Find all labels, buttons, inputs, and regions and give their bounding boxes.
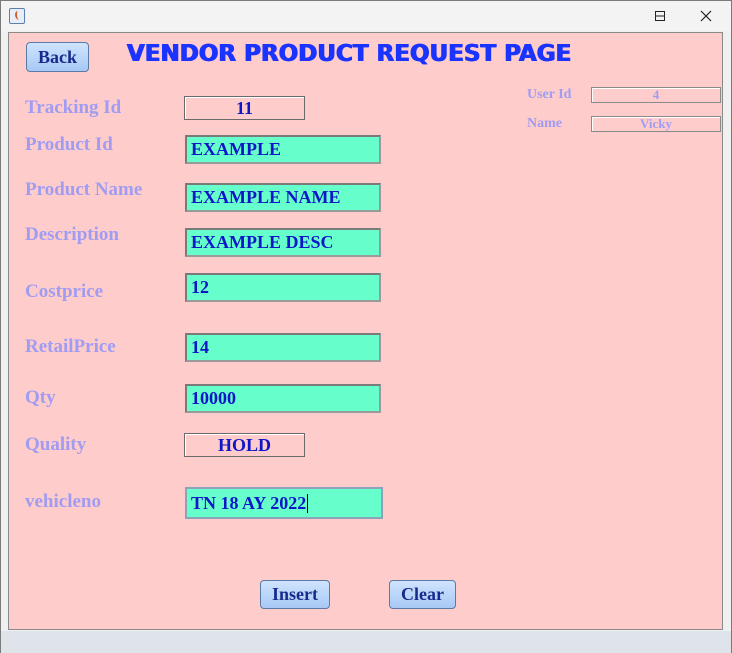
retailprice-label: RetailPrice [25, 336, 116, 357]
tracking-id-value: 11 [184, 96, 305, 120]
costprice-label: Costprice [25, 281, 104, 302]
qty-label: Qty [25, 387, 56, 408]
product-id-label: Product Id [25, 134, 113, 155]
maximize-button[interactable] [637, 1, 683, 31]
tracking-id-label: Tracking Id [25, 97, 122, 118]
text-caret [307, 493, 309, 513]
clear-button[interactable]: Clear [389, 580, 456, 609]
user-id-label: User Id [527, 87, 572, 102]
insert-button[interactable]: Insert [260, 580, 330, 609]
title-bar[interactable] [1, 1, 731, 31]
back-button[interactable]: Back [26, 42, 89, 72]
retailprice-field[interactable]: 14 [185, 333, 381, 362]
description-label: Description [25, 224, 119, 245]
quality-value: HOLD [184, 433, 305, 457]
app-window: Back VENDOR PRODUCT REQUEST PAGE User Id… [0, 0, 732, 653]
quality-label: Quality [25, 434, 87, 455]
vehicleno-label: vehicleno [25, 491, 101, 512]
close-button[interactable] [683, 1, 729, 31]
close-icon [700, 10, 712, 22]
name-label: Name [527, 116, 562, 131]
maximize-icon [655, 11, 665, 21]
vehicleno-value: TN 18 AY 2022 [191, 492, 307, 513]
product-id-field[interactable]: EXAMPLE [185, 135, 381, 164]
java-app-icon [9, 8, 25, 24]
page-title: VENDOR PRODUCT REQUEST PAGE [127, 41, 572, 67]
vehicleno-field[interactable]: TN 18 AY 2022 [185, 487, 383, 519]
product-name-field[interactable]: EXAMPLE NAME [185, 183, 381, 212]
costprice-field[interactable]: 12 [185, 273, 381, 302]
name-value: Vicky [591, 116, 721, 132]
user-id-value: 4 [591, 87, 721, 103]
description-field[interactable]: EXAMPLE DESC [185, 228, 381, 257]
vendor-request-panel: Back VENDOR PRODUCT REQUEST PAGE User Id… [8, 32, 723, 630]
qty-field[interactable]: 10000 [185, 384, 381, 413]
product-name-label: Product Name [25, 179, 143, 200]
window-bottom-strip [1, 631, 731, 653]
